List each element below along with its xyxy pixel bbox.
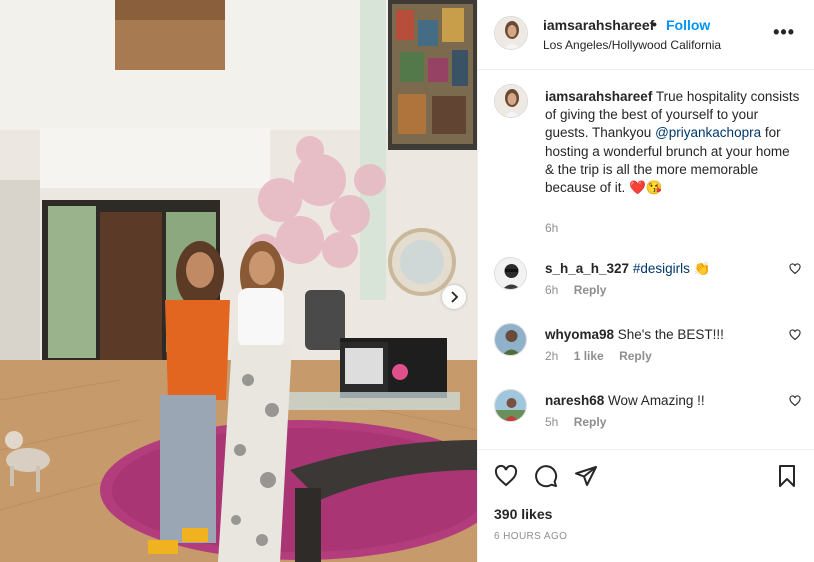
comment-meta: 5h Reply xyxy=(545,415,618,429)
photo-illustration xyxy=(0,0,477,562)
avatar-image xyxy=(495,324,526,355)
avatar-image xyxy=(495,258,526,289)
comment-hashtag[interactable]: #desigirls xyxy=(633,261,690,276)
caption-mention[interactable]: @priyankachopra xyxy=(655,125,761,140)
post-timestamp[interactable]: 6 HOURS AGO xyxy=(494,531,567,542)
bookmark-icon[interactable] xyxy=(775,464,799,488)
comment-item: naresh68 Wow Amazing !! 5h Reply xyxy=(478,389,814,439)
author-username[interactable]: iamsarahshareef xyxy=(543,17,654,33)
comment-icon[interactable] xyxy=(534,464,558,488)
comment-text: naresh68 Wow Amazing !! xyxy=(545,393,705,408)
comment-likes[interactable]: 1 like xyxy=(574,349,604,363)
comment-item: whyoma98 She's the BEST!!! 2h 1 like Rep… xyxy=(478,323,814,373)
heart-icon[interactable] xyxy=(789,329,801,341)
comment-reply-button[interactable]: Reply xyxy=(619,349,652,363)
post-actions: 390 likes 6 HOURS AGO xyxy=(478,449,814,562)
caption-timestamp[interactable]: 6h xyxy=(545,221,558,235)
comment-username[interactable]: s_h_a_h_327 xyxy=(545,261,629,276)
comment-reply-button[interactable]: Reply xyxy=(574,283,607,297)
comment-text: whyoma98 She's the BEST!!! xyxy=(545,327,724,342)
comment-meta: 2h 1 like Reply xyxy=(545,349,664,363)
post-location[interactable]: Los Angeles/Hollywood California xyxy=(543,38,721,52)
heart-icon[interactable] xyxy=(494,464,518,488)
comment-time[interactable]: 2h xyxy=(545,349,558,363)
comment-time[interactable]: 6h xyxy=(545,283,558,297)
heart-icon[interactable] xyxy=(789,263,801,275)
likes-count[interactable]: 390 likes xyxy=(494,506,552,522)
more-options-icon[interactable]: ••• xyxy=(773,22,795,43)
comment-username[interactable]: whyoma98 xyxy=(545,327,614,342)
commenter-avatar[interactable] xyxy=(494,323,527,356)
comment-username[interactable]: naresh68 xyxy=(545,393,604,408)
comment-body: She's the BEST!!! xyxy=(614,327,724,342)
comment-time[interactable]: 5h xyxy=(545,415,558,429)
heart-icon[interactable] xyxy=(789,395,801,407)
caption-username[interactable]: iamsarahshareef xyxy=(545,89,652,104)
commenter-avatar[interactable] xyxy=(494,389,527,422)
comment-item: s_h_a_h_327 #desigirls 👏 6h Reply xyxy=(478,257,814,307)
next-photo-button[interactable] xyxy=(442,285,466,309)
comment-meta: 6h Reply xyxy=(545,283,618,297)
author-avatar[interactable] xyxy=(494,16,528,50)
avatar-image xyxy=(495,17,527,49)
post-photo[interactable] xyxy=(0,0,477,562)
comment-body: 👏 xyxy=(689,261,711,276)
post-details-panel: iamsarahshareef • Follow Los Angeles/Hol… xyxy=(477,0,814,562)
chevron-right-icon xyxy=(451,291,459,303)
post-header: iamsarahshareef • Follow Los Angeles/Hol… xyxy=(478,0,814,70)
separator-dot: • xyxy=(652,16,657,32)
caption-emojis: ❤️😘 xyxy=(629,180,663,196)
comment-reply-button[interactable]: Reply xyxy=(574,415,607,429)
avatar-image xyxy=(495,390,526,421)
caption-avatar[interactable] xyxy=(494,84,528,118)
share-icon[interactable] xyxy=(574,464,598,488)
comment-body: Wow Amazing !! xyxy=(604,393,705,408)
avatar-image xyxy=(495,85,527,117)
commenter-avatar[interactable] xyxy=(494,257,527,290)
post-caption: iamsarahshareef True hospitality consist… xyxy=(545,88,800,197)
follow-button[interactable]: Follow xyxy=(666,17,710,33)
comment-text: s_h_a_h_327 #desigirls 👏 xyxy=(545,261,710,277)
